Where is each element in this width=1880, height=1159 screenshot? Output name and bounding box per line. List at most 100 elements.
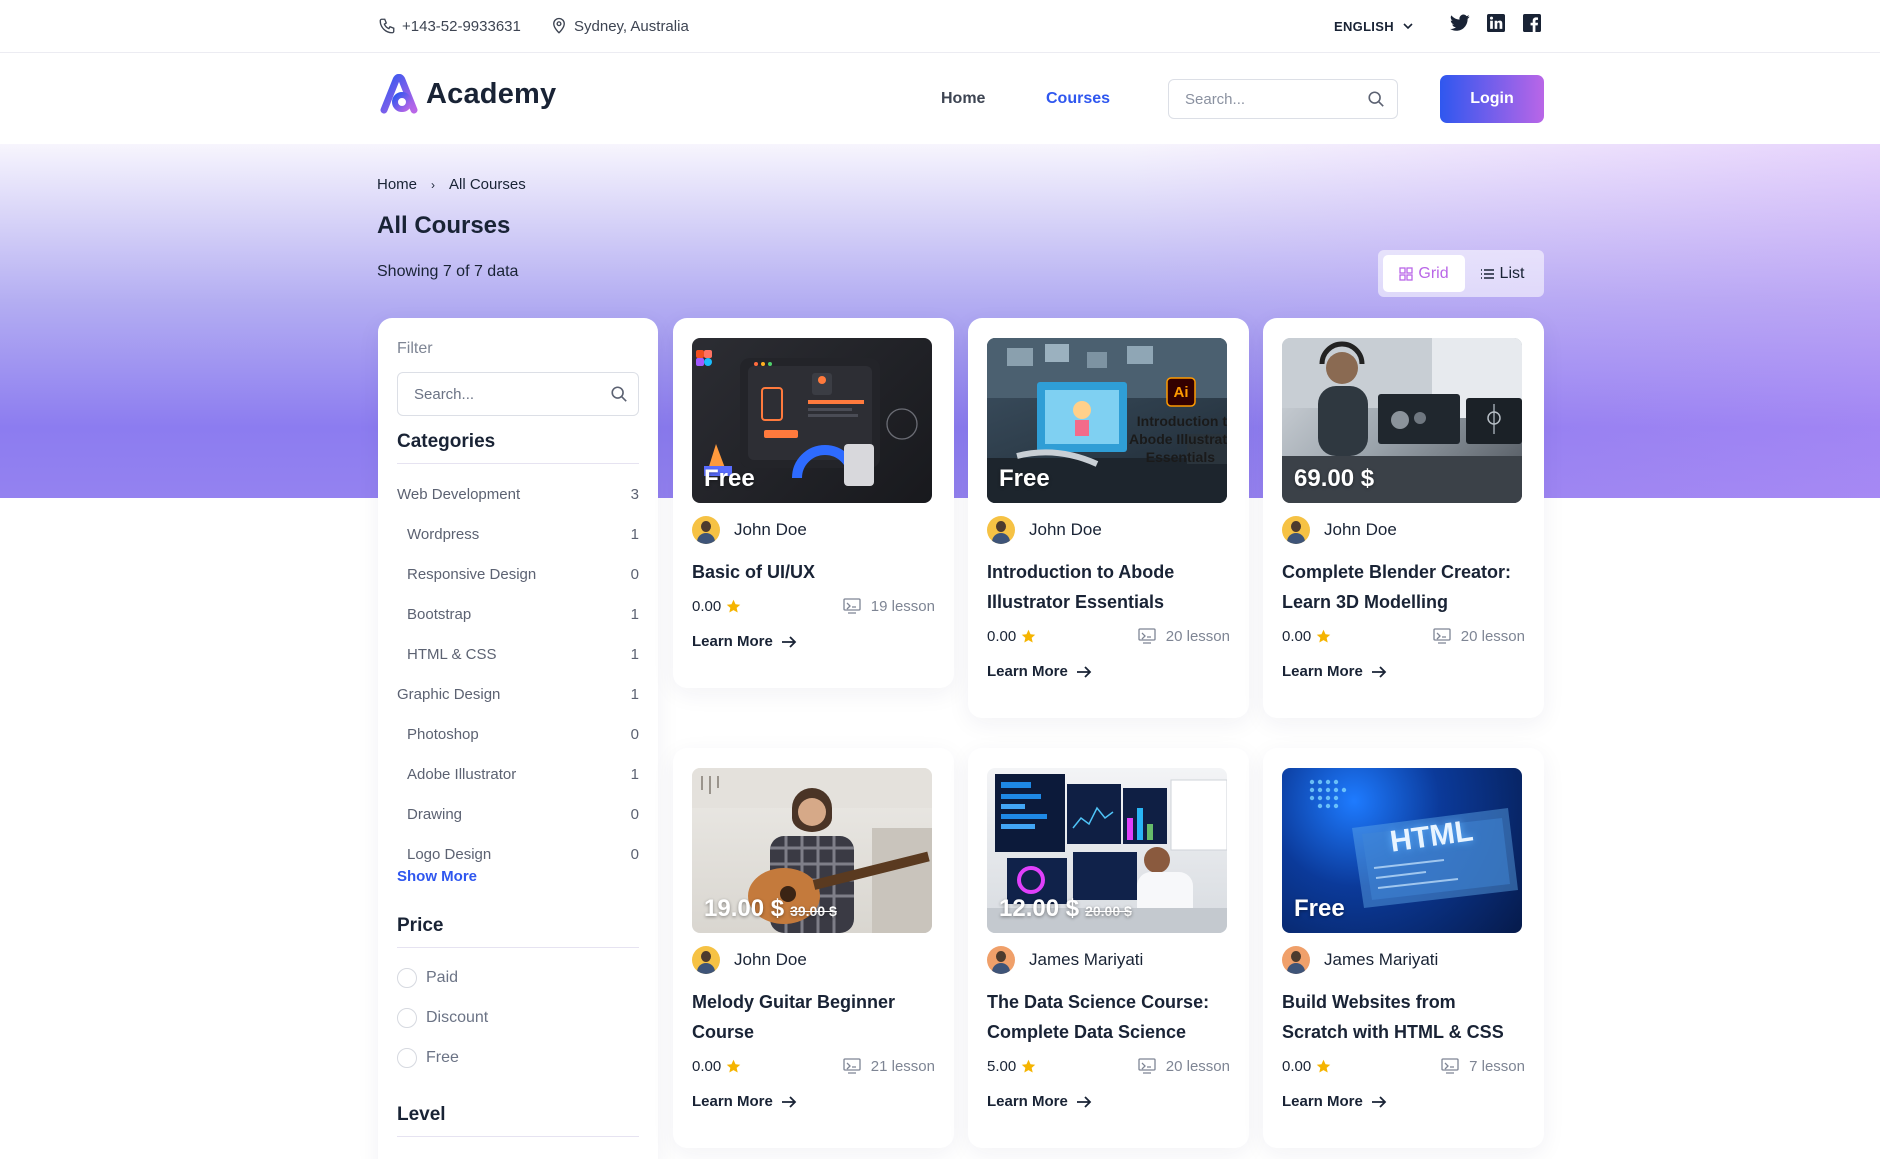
course-author[interactable]: James Mariyati [987,945,1230,975]
category-wordpress[interactable]: Wordpress 1 [397,514,639,554]
course-title-line: Learn 3D Modelling [1282,592,1449,612]
grid-view-button[interactable]: Grid [1383,255,1465,292]
show-more-link[interactable]: Show More [397,868,639,885]
course-thumbnail[interactable]: Free [692,338,932,503]
search-icon[interactable] [610,385,628,403]
learn-more-label: Learn More [1282,1093,1363,1110]
price-option-paid[interactable]: Paid [397,958,639,998]
header-search-input[interactable]: Search... [1168,79,1398,119]
course-card[interactable]: HTML Free James Mariyati Build Websites … [1263,748,1544,1148]
course-card[interactable]: 19.00 $ 39.00 $ John Doe Melody Guitar Be… [673,748,954,1148]
course-title[interactable]: Build Websites from Scratch with HTML & C… [1282,987,1525,1047]
list-view-button[interactable]: List [1465,255,1539,292]
category-list: Web Development 3 Wordpress 1 Responsive D… [397,474,639,874]
old-price: 39.00 $ [790,903,837,919]
category-bootstrap[interactable]: Bootstrap 1 [397,594,639,634]
learn-more-link[interactable]: Learn More [1282,1093,1525,1110]
radio-button[interactable] [397,1008,417,1028]
category-adobe-illustrator[interactable]: Adobe Illustrator 1 [397,754,639,794]
thumbnail-caption-line: Introduction t [1136,413,1227,429]
course-author[interactable]: John Doe [1282,515,1525,545]
main-header: Academy Home Courses Search... Login [0,54,1880,144]
course-title[interactable]: Introduction to Abode Illustrator Essenti… [987,557,1230,617]
brand-logo[interactable]: Academy [378,74,556,114]
category-html-css[interactable]: HTML & CSS 1 [397,634,639,674]
category-count: 1 [630,685,639,703]
radio-button[interactable] [397,968,417,988]
lesson-count: 20 lesson [1165,1057,1230,1075]
avatar [692,946,720,974]
category-label: Logo Design [407,845,492,863]
course-title[interactable]: Basic of UI/UX [692,557,935,587]
rating-value: 0.00 [1282,1057,1312,1075]
course-author[interactable]: John Doe [987,515,1230,545]
category-web-development[interactable]: Web Development 3 [397,474,639,514]
course-price: Free [704,465,755,493]
lesson-count: 7 lesson [1469,1057,1525,1075]
course-thumbnail[interactable]: Ai Introduction t Abode Illustrat Essent… [987,338,1227,503]
facebook-icon[interactable] [1521,12,1543,34]
course-price: Free [1294,895,1345,923]
linkedin-icon[interactable] [1485,12,1507,34]
twitter-icon[interactable] [1449,12,1471,34]
breadcrumb-home[interactable]: Home [377,176,417,193]
price-option-free[interactable]: Free [397,1038,639,1078]
learn-more-link[interactable]: Learn More [692,633,935,650]
category-responsive-design[interactable]: Responsive Design 0 [397,554,639,594]
course-thumbnail[interactable]: 19.00 $ 39.00 $ [692,768,932,933]
price-value: Free [704,465,755,492]
category-label: Responsive Design [407,565,537,583]
course-title[interactable]: Melody Guitar Beginner Course [692,987,935,1047]
learn-more-label: Learn More [692,633,773,650]
nav-courses[interactable]: Courses [1046,90,1110,108]
course-title[interactable]: Complete Blender Creator: Learn 3D Modell… [1282,557,1525,617]
category-photoshop[interactable]: Photoshop 0 [397,714,639,754]
price-option-discount[interactable]: Discount [397,998,639,1038]
course-title-line: Melody Guitar Beginner [692,992,896,1012]
learn-more-link[interactable]: Learn More [692,1093,935,1110]
lesson-icon [1441,1058,1459,1074]
category-graphic-design[interactable]: Graphic Design 1 [397,674,639,714]
course-card[interactable]: 12.00 $ 20.00 $ James Mariyati The Data S… [968,748,1249,1148]
login-button[interactable]: Login [1440,75,1544,123]
category-drawing[interactable]: Drawing 0 [397,794,639,834]
course-card[interactable]: Ai Introduction t Abode Illustrat Essent… [968,318,1249,718]
course-title-line: Course [692,1022,755,1042]
course-thumbnail[interactable]: 69.00 $ [1282,338,1522,503]
course-author[interactable]: John Doe [692,945,935,975]
level-heading: Level [397,1104,639,1137]
category-label: HTML & CSS [407,645,497,663]
lesson-count: 19 lesson [870,597,935,615]
lesson-icon [843,1058,861,1074]
phone-icon [379,18,395,34]
course-thumbnail[interactable]: 12.00 $ 20.00 $ [987,768,1227,933]
course-thumbnail[interactable]: HTML Free [1282,768,1522,933]
learn-more-link[interactable]: Learn More [987,663,1230,680]
phone-contact[interactable]: +143-52-9933631 [378,14,521,38]
course-card[interactable]: Free John Doe Basic of UI/UX 0.00 19 les… [673,318,954,688]
sidebar-search-input[interactable]: Search... [397,372,639,416]
radio-button[interactable] [397,1048,417,1068]
course-title[interactable]: The Data Science Course: Complete Data Sc… [987,987,1230,1047]
learn-more-link[interactable]: Learn More [987,1093,1230,1110]
thumbnail-caption: Introduction t Abode Illustrat Essential… [1111,412,1227,466]
course-title-line: Complete Blender Creator: [1282,562,1512,582]
course-card[interactable]: 69.00 $ John Doe Complete Blender Creato… [1263,318,1544,718]
categories-heading: Categories [397,431,639,464]
price-value: 69.00 $ [1294,465,1375,492]
category-label: Adobe Illustrator [407,765,517,783]
course-author[interactable]: John Doe [692,515,935,545]
lesson-icon [1433,628,1451,644]
search-icon[interactable] [1367,90,1385,108]
nav-home[interactable]: Home [941,90,985,108]
learn-more-link[interactable]: Learn More [1282,663,1525,680]
language-select[interactable]: ENGLISH [1334,14,1414,38]
category-label: Photoshop [407,725,479,743]
course-author[interactable]: James Mariyati [1282,945,1525,975]
brand-name: Academy [426,77,557,110]
category-label: Bootstrap [407,605,472,623]
thumbnail-caption-line: Abode Illustrat [1128,431,1227,447]
category-count: 1 [630,605,639,623]
star-icon [726,1059,741,1072]
chevron-down-icon [1403,23,1413,30]
